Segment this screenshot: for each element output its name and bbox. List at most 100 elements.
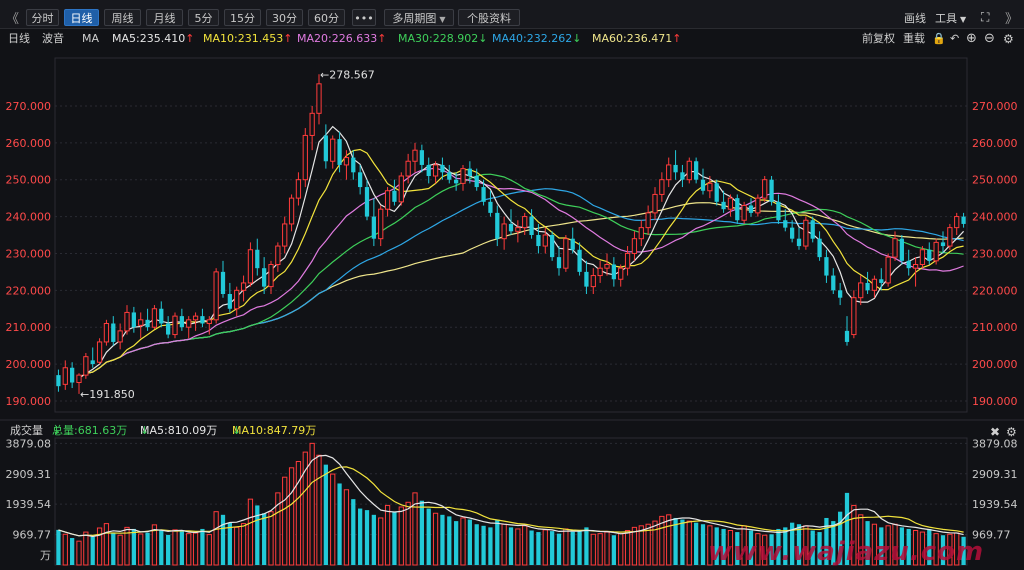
volume-bar-up [432, 512, 439, 566]
candle-body-up [62, 367, 68, 385]
candle-body-up [330, 138, 336, 162]
candle-body-down [131, 312, 136, 328]
candle-body-up [522, 216, 528, 229]
candle-body-down [899, 238, 904, 261]
volume-bar-down [227, 522, 232, 565]
candle-body-down [145, 319, 150, 328]
volume-bar-up [234, 526, 240, 566]
kline-chart[interactable]: 270.000 270.000 260.000 260.000 250.000 250.0… [0, 0, 1024, 570]
candle-body-down [927, 249, 932, 261]
ma30-line [78, 173, 964, 379]
candle-body-down [906, 260, 911, 269]
watermark: www.wajiazu.com [708, 537, 985, 567]
volume-bar-up [83, 531, 89, 566]
candle-body-down [570, 238, 575, 250]
candle-body-up [405, 160, 411, 177]
candle-body-down [392, 190, 397, 202]
volume-bar-up [172, 529, 178, 566]
candle-body-up [206, 319, 212, 324]
volume-bar-down [131, 528, 136, 565]
volume-bar-up [666, 514, 672, 566]
candle-body-down [227, 294, 232, 309]
candle-body-up [892, 238, 898, 258]
candle-body-down [440, 164, 445, 173]
candle-body-up [282, 223, 288, 247]
candle-body-down [467, 168, 472, 176]
candle-body-up [954, 216, 960, 229]
volume-bar-down [419, 500, 424, 565]
candle-body-up [707, 182, 713, 192]
candle-body-up [343, 157, 350, 166]
volume-bar-down [56, 529, 61, 565]
candle-body-up [240, 282, 247, 291]
volume-bar-down [111, 533, 116, 565]
candle-body-down [865, 282, 870, 291]
volume-bar-up [405, 501, 411, 566]
volume-bar-up [247, 498, 254, 566]
candle-body-down [769, 179, 774, 202]
volume-bar-down [481, 525, 486, 565]
volume-bar-down [508, 527, 514, 565]
candle-body-down [454, 179, 459, 184]
candle-body-up [288, 197, 295, 225]
candle-body-down [831, 275, 836, 291]
candle-body-up [186, 319, 192, 328]
candle-body-up [302, 134, 308, 181]
candle-body-down [426, 164, 431, 176]
candle-body-down [694, 161, 699, 180]
volume-bar-up [343, 489, 350, 566]
volume-bar-up [460, 517, 466, 566]
price-tick-right: 220.000 [972, 284, 1018, 297]
volume-bar-down [680, 519, 685, 565]
volume-bar-down [159, 530, 164, 565]
volume-tick-left: 1939.54 [6, 498, 52, 511]
volume-bar-up [138, 533, 144, 566]
candle-body-up [316, 83, 322, 114]
volume-bar-down [550, 531, 555, 565]
candle-body-down [351, 157, 356, 173]
candle-body-up [432, 164, 439, 177]
volume-bar-up [76, 540, 82, 566]
volume-bar-up [62, 533, 68, 566]
candle-body-down [364, 187, 370, 217]
candle-body-up [762, 179, 768, 199]
volume-bar-up [288, 467, 295, 566]
candle-body-down [735, 198, 740, 221]
candle-body-down [447, 172, 452, 180]
price-tick-right: 210.000 [972, 321, 1018, 334]
candle-body-up [515, 227, 521, 232]
candle-body-down [776, 201, 781, 221]
candle-body-up [192, 315, 199, 321]
candle-body-down [495, 212, 500, 239]
price-tick-left: 260.000 [6, 137, 52, 150]
candle-body-up [117, 330, 123, 343]
volume-bar-up [378, 517, 384, 566]
ma10-line [78, 148, 964, 379]
volume-bar-down [166, 534, 171, 565]
volume-bar-up [631, 526, 638, 566]
volume-bar-down [70, 538, 75, 565]
candle-body-up [103, 323, 110, 343]
candle-body-down [529, 216, 534, 235]
volume-bar-down [584, 527, 589, 565]
volume-bar-up [330, 473, 336, 566]
candle-body-down [783, 220, 788, 228]
volume-tick-left: 2909.31 [6, 468, 52, 481]
price-tick-right: 270.000 [972, 100, 1018, 113]
volume-bar-down [529, 530, 534, 565]
candle-body-up [851, 297, 857, 336]
volume-bar-up [652, 520, 658, 566]
candle-body-up [83, 356, 89, 376]
volume-bar-up [542, 529, 548, 566]
volume-tick-right: 3879.08 [972, 437, 1018, 450]
volume-bar-up [384, 504, 391, 566]
candle-body-down [323, 135, 328, 162]
candle-body-down [817, 238, 822, 258]
high-annotation: ←278.567 [320, 68, 375, 81]
low-annotation: ←191.850 [80, 388, 135, 401]
candle-body-down [159, 308, 164, 324]
volume-bar-up [522, 525, 528, 566]
price-tick-left: 220.000 [6, 284, 52, 297]
candle-body-down [56, 375, 61, 387]
price-tick-right: 200.000 [972, 358, 1018, 371]
